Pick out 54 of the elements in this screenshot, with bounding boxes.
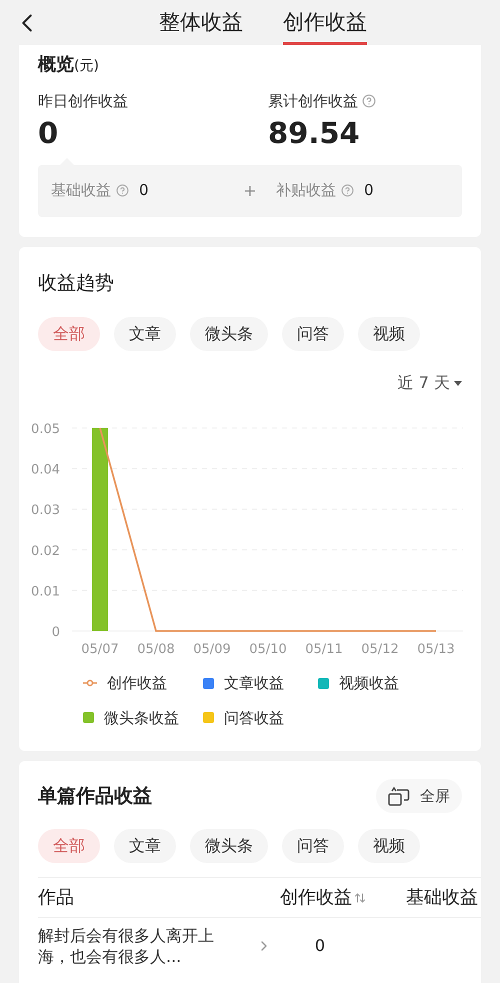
column-header: 基础收益 [406, 886, 478, 910]
help-icon[interactable] [362, 94, 376, 108]
breakdown-value: 0 [364, 180, 374, 202]
column-header[interactable]: 创作收益 [280, 884, 352, 911]
column-header: 作品 [38, 886, 75, 910]
table-cell-text: 0 [314, 935, 326, 957]
legend-label: 视频收益 [339, 673, 399, 694]
work-title[interactable]: 解封后会有很多人离开上海，也会有很多人... [38, 925, 216, 967]
plus-sign: + [242, 180, 258, 202]
filter-chip[interactable]: 问答 [282, 317, 344, 351]
legend-label: 微头条收益 [104, 708, 179, 728]
section-title: 收益趋势 [38, 270, 115, 296]
range-dropdown[interactable]: 近 7 天 [398, 371, 462, 395]
x-tick-label: 05/13 [417, 642, 455, 657]
stat-value: 89.54 [268, 114, 361, 152]
sort-icon[interactable] [354, 892, 366, 904]
filter-chip[interactable]: 文章 [114, 829, 176, 863]
filter-chip[interactable]: 微头条 [190, 317, 268, 351]
legend-label: 文章收益 [224, 673, 284, 694]
y-tick-label: 0.03 [31, 503, 60, 518]
breakdown-value: 0 [139, 180, 149, 202]
rotate-screen-icon [388, 786, 410, 806]
x-tick-label: 05/12 [361, 642, 399, 657]
filter-chip[interactable]: 问答 [282, 829, 344, 863]
trend-chart: 0 0.01 0.02 0.03 0.04 0.05 05/07 05/08 05/09 05/10 05/11 05/12 05/13 [19, 408, 481, 658]
stat-label: 累计创作收益 [268, 91, 358, 112]
stat-label: 昨日创作收益 [38, 91, 129, 112]
y-tick-label: 0.01 [31, 584, 60, 600]
breakdown-label: 补贴收益 [276, 180, 336, 202]
x-tick-label: 05/09 [193, 642, 231, 657]
legend-label: 问答收益 [224, 708, 284, 728]
header-tab[interactable]: 整体收益 [159, 0, 243, 45]
help-icon[interactable] [116, 184, 129, 197]
unit-label: (元) [74, 57, 99, 76]
filter-chip[interactable]: 文章 [114, 317, 176, 351]
legend-label: 创作收益 [107, 673, 167, 694]
section-title: 单篇作品收益 [38, 784, 152, 809]
fullscreen-button[interactable]: 全屏 [376, 779, 462, 813]
filter-chip[interactable]: 视频 [358, 317, 420, 351]
overview-title: 概览 [38, 53, 74, 77]
y-tick-label: 0 [52, 625, 60, 640]
stat-value: 0 [38, 114, 60, 152]
caret-icon [454, 380, 462, 386]
y-tick-label: 0.05 [31, 422, 60, 437]
y-tick-label: 0.04 [31, 462, 60, 478]
x-tick-label: 05/11 [305, 642, 343, 657]
y-tick-label: 0.02 [31, 544, 60, 559]
filter-chip[interactable]: 视频 [358, 829, 420, 863]
breakdown-label: 基础收益 [51, 180, 111, 202]
x-tick-label: 05/08 [137, 642, 175, 657]
help-icon[interactable] [341, 184, 354, 197]
x-tick-label: 05/10 [249, 642, 287, 657]
x-tick-label: 05/07 [81, 642, 119, 657]
filter-chip[interactable]: 微头条 [190, 829, 268, 863]
